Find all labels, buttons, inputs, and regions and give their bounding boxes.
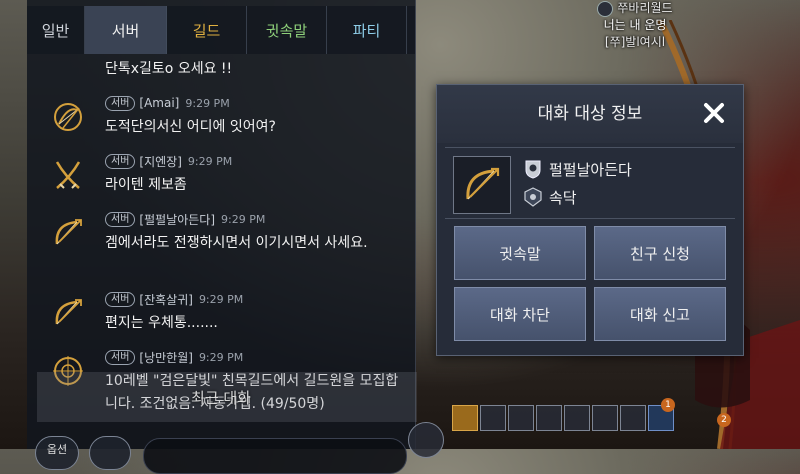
chat-target-info-dialog: 대화 대상 정보 펄펄날아든다 속닥 귓속말 친구 신청 대화 차단 대화 신고 <box>436 84 744 356</box>
pvp-icon[interactable] <box>592 405 618 431</box>
swords-icon[interactable] <box>564 405 590 431</box>
notification-badge: 2 <box>717 413 731 427</box>
message-meta: 서버 [잔혹살귀] 9:29 PM <box>105 290 243 308</box>
report-chat-button[interactable]: 대화 신고 <box>594 287 726 341</box>
dialog-title: 대화 대상 정보 <box>537 104 643 124</box>
chat-input[interactable] <box>143 438 407 474</box>
message-text: 겜에서라도 전쟁하시면서 이기시면서 사세요. <box>105 235 368 251</box>
target-profile: 펄펄날아든다 속닥 <box>445 147 735 219</box>
chest-icon[interactable] <box>452 405 478 431</box>
message-time: 9:29 PM <box>198 350 244 364</box>
channel-badge: 서버 <box>105 349 136 365</box>
message-time: 9:29 PM <box>198 292 244 306</box>
player-guild-row: 쭈바리월드 <box>560 0 710 17</box>
bow-icon[interactable] <box>49 214 87 252</box>
chat-tabs: 일반 서버 길드 귓속말 파티 <box>27 6 415 54</box>
message-meta: 서버 [펄펄날아든다] 9:29 PM <box>105 210 265 228</box>
tab-overflow <box>407 6 415 54</box>
tab-whisper[interactable]: 귓속말 <box>247 6 327 54</box>
class-emblem-icon <box>523 159 543 179</box>
channel-badge: 서버 <box>105 211 136 227</box>
message-time: 9:29 PM <box>221 212 266 226</box>
player-title: 너는 내 운명 <box>603 18 667 32</box>
bow-icon <box>453 156 511 214</box>
message-meta: 서버 [지엔장] 9:29 PM <box>105 152 232 170</box>
message-meta: 서버 [낭만한월] 9:29 PM <box>105 348 243 366</box>
tab-guild[interactable]: 길드 <box>167 6 247 54</box>
quick-slot-bar <box>452 405 674 437</box>
message-time: 9:29 PM <box>187 154 233 168</box>
gift-icon[interactable] <box>480 405 506 431</box>
close-icon[interactable] <box>701 100 727 126</box>
gift-icon[interactable] <box>508 405 534 431</box>
tab-server[interactable]: 서버 <box>85 6 167 54</box>
chat-option-button[interactable]: 옵션 <box>35 436 79 470</box>
block-chat-button[interactable]: 대화 차단 <box>454 287 586 341</box>
bow-wreath-icon[interactable] <box>49 98 87 136</box>
emote-face-icon[interactable] <box>408 422 444 458</box>
whisper-button[interactable]: 귓속말 <box>454 226 586 280</box>
player-guild-name: 쭈바리월드 <box>617 1 673 15</box>
shop-icon[interactable] <box>536 405 562 431</box>
sender-name[interactable]: [펄펄날아든다] <box>139 211 215 228</box>
friend-request-button[interactable]: 친구 신청 <box>594 226 726 280</box>
sender-name[interactable]: [지엔장] <box>139 153 181 170</box>
message-meta: 서버 [Amai] 9:29 PM <box>105 94 230 112</box>
player-name-tag: 쭈바리월드 너는 내 운명 [쭈]발l여시l <box>560 0 710 51</box>
sender-name[interactable]: [Amai] <box>139 96 179 110</box>
notification-badge: 1 <box>661 398 675 412</box>
player-name: [쭈]발l여시l <box>604 35 666 49</box>
message-text: 단톡x길토o 오세요 !! <box>105 61 233 77</box>
recent-chat-label: 최근 대화 <box>191 389 251 407</box>
message-text: 도적단의서신 어디에 잇어여? <box>105 119 276 135</box>
target-guild-row: 속닥 <box>523 185 577 209</box>
chat-panel: 일반 서버 길드 귓속말 파티 단톡x길토o 오세요 !! 서버 [Amai] … <box>27 0 417 474</box>
sender-name[interactable]: [낭만한월] <box>139 349 193 366</box>
chat-bottom-bar: 옵션 <box>27 429 415 474</box>
tab-party[interactable]: 파티 <box>327 6 407 54</box>
channel-badge: 서버 <box>105 291 136 307</box>
crossed-swords-icon[interactable] <box>49 156 87 194</box>
message-time: 9:29 PM <box>185 96 230 110</box>
target-name-row: 펄펄날아든다 <box>523 157 632 181</box>
guild-emblem-icon <box>523 187 543 207</box>
message-text: 편지는 우체통....... <box>105 315 218 331</box>
channel-badge: 서버 <box>105 153 136 169</box>
tab-general[interactable]: 일반 <box>27 6 85 54</box>
target-guild-name: 속닥 <box>549 188 577 207</box>
target-name: 펄펄날아든다 <box>549 160 632 179</box>
emoji-button[interactable] <box>89 436 131 470</box>
sender-name[interactable]: [잔혹살귀] <box>139 291 193 308</box>
guild-emblem-icon <box>597 0 614 17</box>
channel-badge: 서버 <box>105 95 136 111</box>
emblem-icon[interactable] <box>620 405 646 431</box>
message-text: 라이텐 제보좀 <box>105 177 187 193</box>
bow-icon[interactable] <box>49 294 87 332</box>
